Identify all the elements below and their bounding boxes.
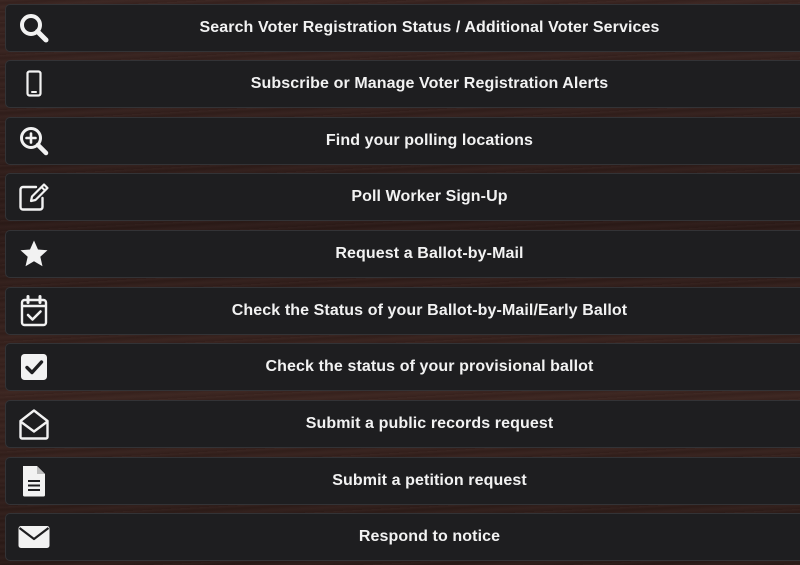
menu-item-label: Respond to notice <box>358 528 501 545</box>
menu-item-label: Check the status of your provisional bal… <box>265 358 594 375</box>
search-icon <box>16 10 52 46</box>
menu-item-voter-registration-alerts[interactable]: Subscribe or Manage Voter Registration A… <box>5 60 800 108</box>
menu-item-poll-worker-sign-up[interactable]: Poll Worker Sign-Up <box>5 173 800 221</box>
menu-item-label: Submit a public records request <box>305 415 554 432</box>
voter-services-menu: Search Voter Registration Status / Addit… <box>0 0 800 565</box>
edit-icon <box>16 179 52 215</box>
calendar-check-icon <box>16 293 52 329</box>
menu-item-request-ballot-by-mail[interactable]: Request a Ballot-by-Mail <box>5 230 800 278</box>
menu-item-petition-request[interactable]: Submit a petition request <box>5 457 800 505</box>
menu-item-label: Submit a petition request <box>332 472 527 489</box>
menu-item-label: Poll Worker Sign-Up <box>351 188 508 205</box>
menu-item-check-ballot-by-mail-status[interactable]: Check the Status of your Ballot-by-Mail/… <box>5 287 800 335</box>
menu-item-search-voter-registration[interactable]: Search Voter Registration Status / Addit… <box>5 4 800 52</box>
envelope-open-icon <box>16 406 52 442</box>
menu-item-label: Request a Ballot-by-Mail <box>335 245 524 262</box>
menu-item-label: Subscribe or Manage Voter Registration A… <box>250 75 609 92</box>
menu-item-label: Search Voter Registration Status / Addit… <box>199 19 660 36</box>
check-square-icon <box>16 349 52 385</box>
envelope-icon <box>16 519 52 555</box>
menu-item-label: Find your polling locations <box>325 132 534 149</box>
file-text-icon <box>16 463 52 499</box>
menu-item-public-records-request[interactable]: Submit a public records request <box>5 400 800 448</box>
menu-item-find-polling-locations[interactable]: Find your polling locations <box>5 117 800 165</box>
menu-item-label: Check the Status of your Ballot-by-Mail/… <box>231 302 628 319</box>
menu-item-respond-to-notice[interactable]: Respond to notice <box>5 513 800 561</box>
zoom-in-icon <box>16 123 52 159</box>
star-icon <box>16 236 52 272</box>
mobile-phone-icon <box>16 66 52 102</box>
menu-item-check-provisional-ballot-status[interactable]: Check the status of your provisional bal… <box>5 343 800 391</box>
